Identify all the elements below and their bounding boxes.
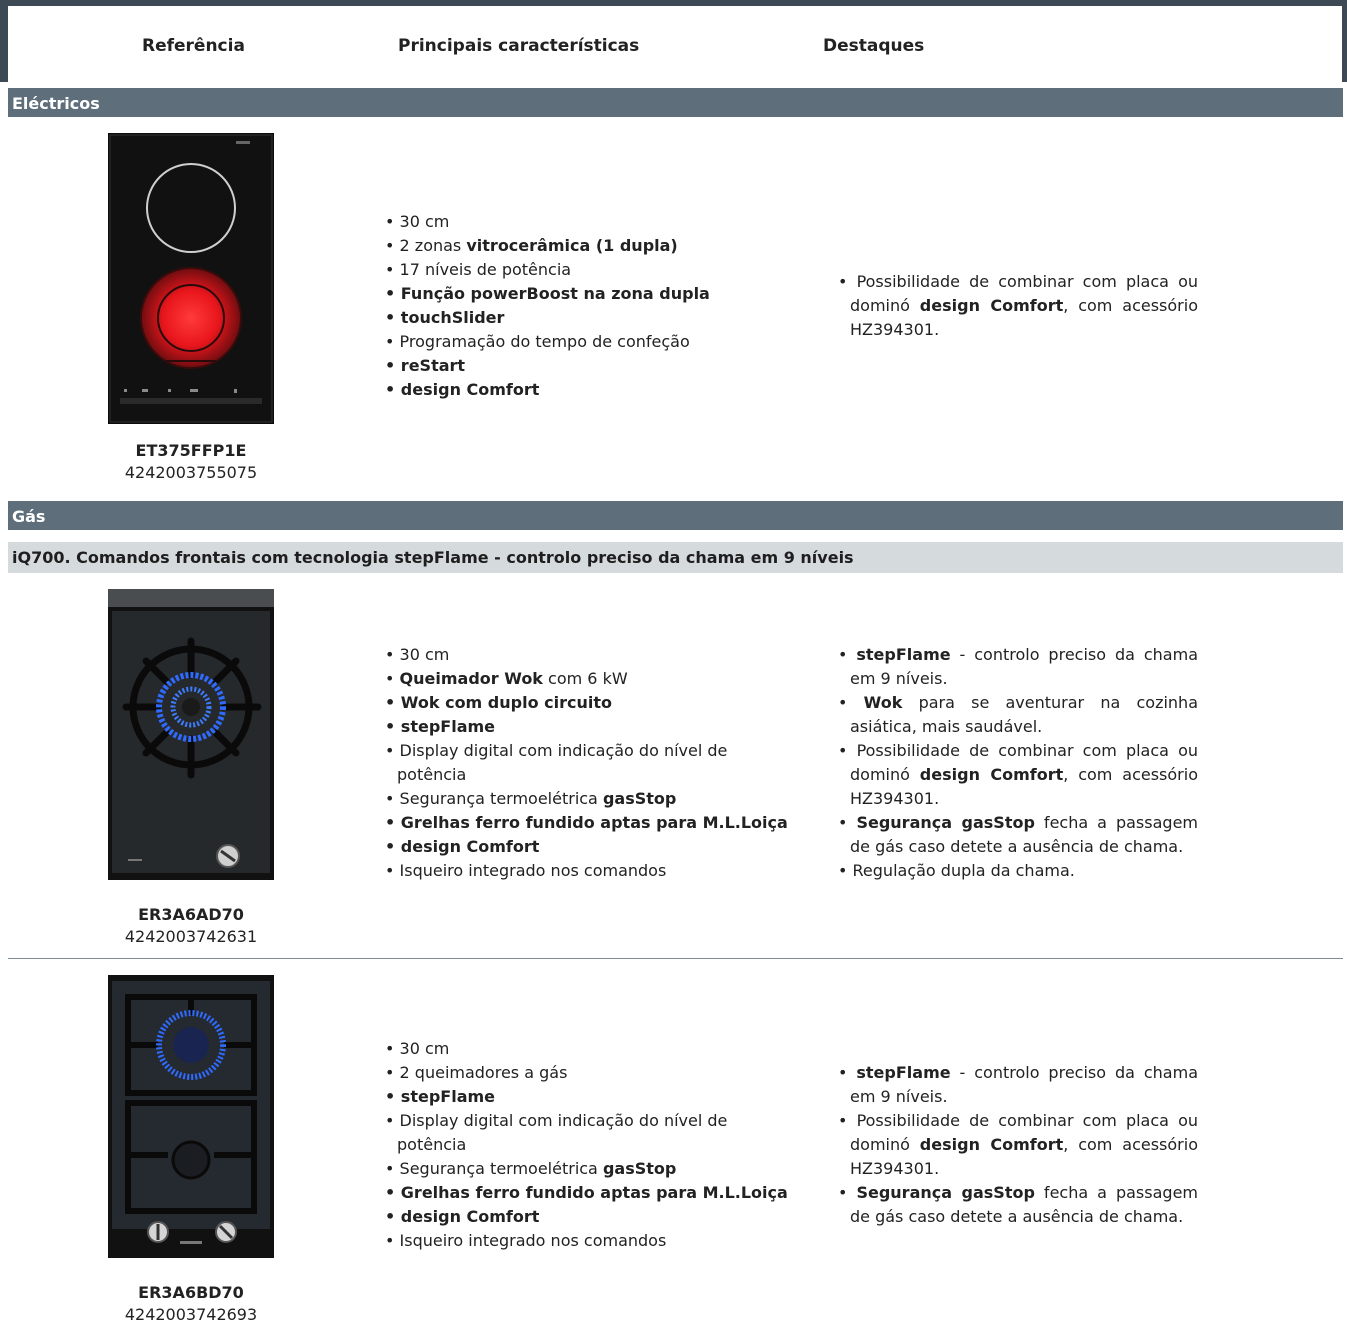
feature-item: Display digital com indicação do nível d… [385, 1109, 737, 1157]
feature-item: 2 queimadores a gás [385, 1061, 788, 1085]
product-ean: 4242003742631 [124, 927, 258, 946]
section-bar-gas: Gás [8, 501, 1343, 530]
feature-item: Segurança termoelétrica gasStop [385, 787, 788, 811]
feature-item: 2 zonas vitrocerâmica (1 dupla) [385, 234, 710, 258]
feature-item: touchSlider [385, 306, 710, 330]
feature-item: stepFlame [385, 715, 788, 739]
highlight-item: Possibilidade de combinar com placa ou d… [838, 270, 1198, 342]
feature-item: design Comfort [385, 1205, 788, 1229]
highlight-item: Segurança gasStop fecha a passagem de gá… [838, 1181, 1198, 1229]
feature-item: 30 cm [385, 643, 788, 667]
feature-item: Isqueiro integrado nos comandos [385, 1229, 788, 1253]
feature-item: design Comfort [385, 835, 788, 859]
product-model: ER3A6BD70 [138, 1283, 244, 1302]
highlight-item: Wok para se aventurar na cozinha asiátic… [838, 691, 1198, 739]
feature-item: Grelhas ferro fundido aptas para M.L.Loi… [385, 811, 788, 835]
product-ean: 4242003742693 [124, 1305, 258, 1324]
row-divider [8, 958, 1343, 959]
feature-item: Grelhas ferro fundido aptas para M.L.Loi… [385, 1181, 788, 1205]
feature-item: Isqueiro integrado nos comandos [385, 859, 788, 883]
feature-item: Wok com duplo circuito [385, 691, 788, 715]
feature-item: 30 cm [385, 210, 710, 234]
product-image-er3a6bd70 [108, 975, 274, 1258]
highlights-list: stepFlame - controlo preciso da chama em… [838, 1061, 1198, 1229]
highlights-list: Possibilidade de combinar com placa ou d… [838, 270, 1198, 342]
feature-item: Programação do tempo de confeção [385, 330, 710, 354]
features-list: 30 cm 2 zonas vitrocerâmica (1 dupla) 17… [385, 210, 710, 402]
product-model: ER3A6AD70 [138, 905, 244, 924]
feature-item: Queimador Wok com 6 kW [385, 667, 788, 691]
highlight-item: Possibilidade de combinar com placa ou d… [838, 1109, 1198, 1181]
product-image-er3a6ad70 [108, 589, 274, 880]
highlight-item: stepFlame - controlo preciso da chama em… [838, 643, 1198, 691]
feature-item: reStart [385, 354, 710, 378]
table-header: Referência Principais características De… [8, 6, 1342, 82]
feature-item: 17 níveis de potência [385, 258, 710, 282]
section-subtitle-gas: iQ700. Comandos frontais com tecnologia … [8, 542, 1343, 573]
highlight-item: Possibilidade de combinar com placa ou d… [838, 739, 1198, 811]
highlight-item: stepFlame - controlo preciso da chama em… [838, 1061, 1198, 1109]
product-model: ET375FFP1E [135, 441, 247, 460]
column-header-features: Principais características [398, 36, 640, 56]
feature-item: design Comfort [385, 378, 710, 402]
column-header-highlights: Destaques [823, 36, 925, 56]
highlights-list: stepFlame - controlo preciso da chama em… [838, 643, 1198, 883]
product-ean: 4242003755075 [124, 463, 258, 482]
highlight-item: Segurança gasStop fecha a passagem de gá… [838, 811, 1198, 859]
features-list: 30 cm 2 queimadores a gás stepFlame Disp… [385, 1037, 788, 1253]
highlight-item: Regulação dupla da chama. [838, 859, 1198, 883]
section-bar-electric: Eléctricos [8, 88, 1343, 117]
column-header-reference: Referência [142, 36, 245, 56]
feature-item: 30 cm [385, 1037, 788, 1061]
product-image-et375ffp1e [108, 133, 274, 424]
feature-item: Display digital com indicação do nível d… [385, 739, 737, 787]
feature-item: Segurança termoelétrica gasStop [385, 1157, 788, 1181]
feature-item: Função powerBoost na zona dupla [385, 282, 710, 306]
features-list: 30 cm Queimador Wok com 6 kW Wok com dup… [385, 643, 788, 883]
feature-item: stepFlame [385, 1085, 788, 1109]
